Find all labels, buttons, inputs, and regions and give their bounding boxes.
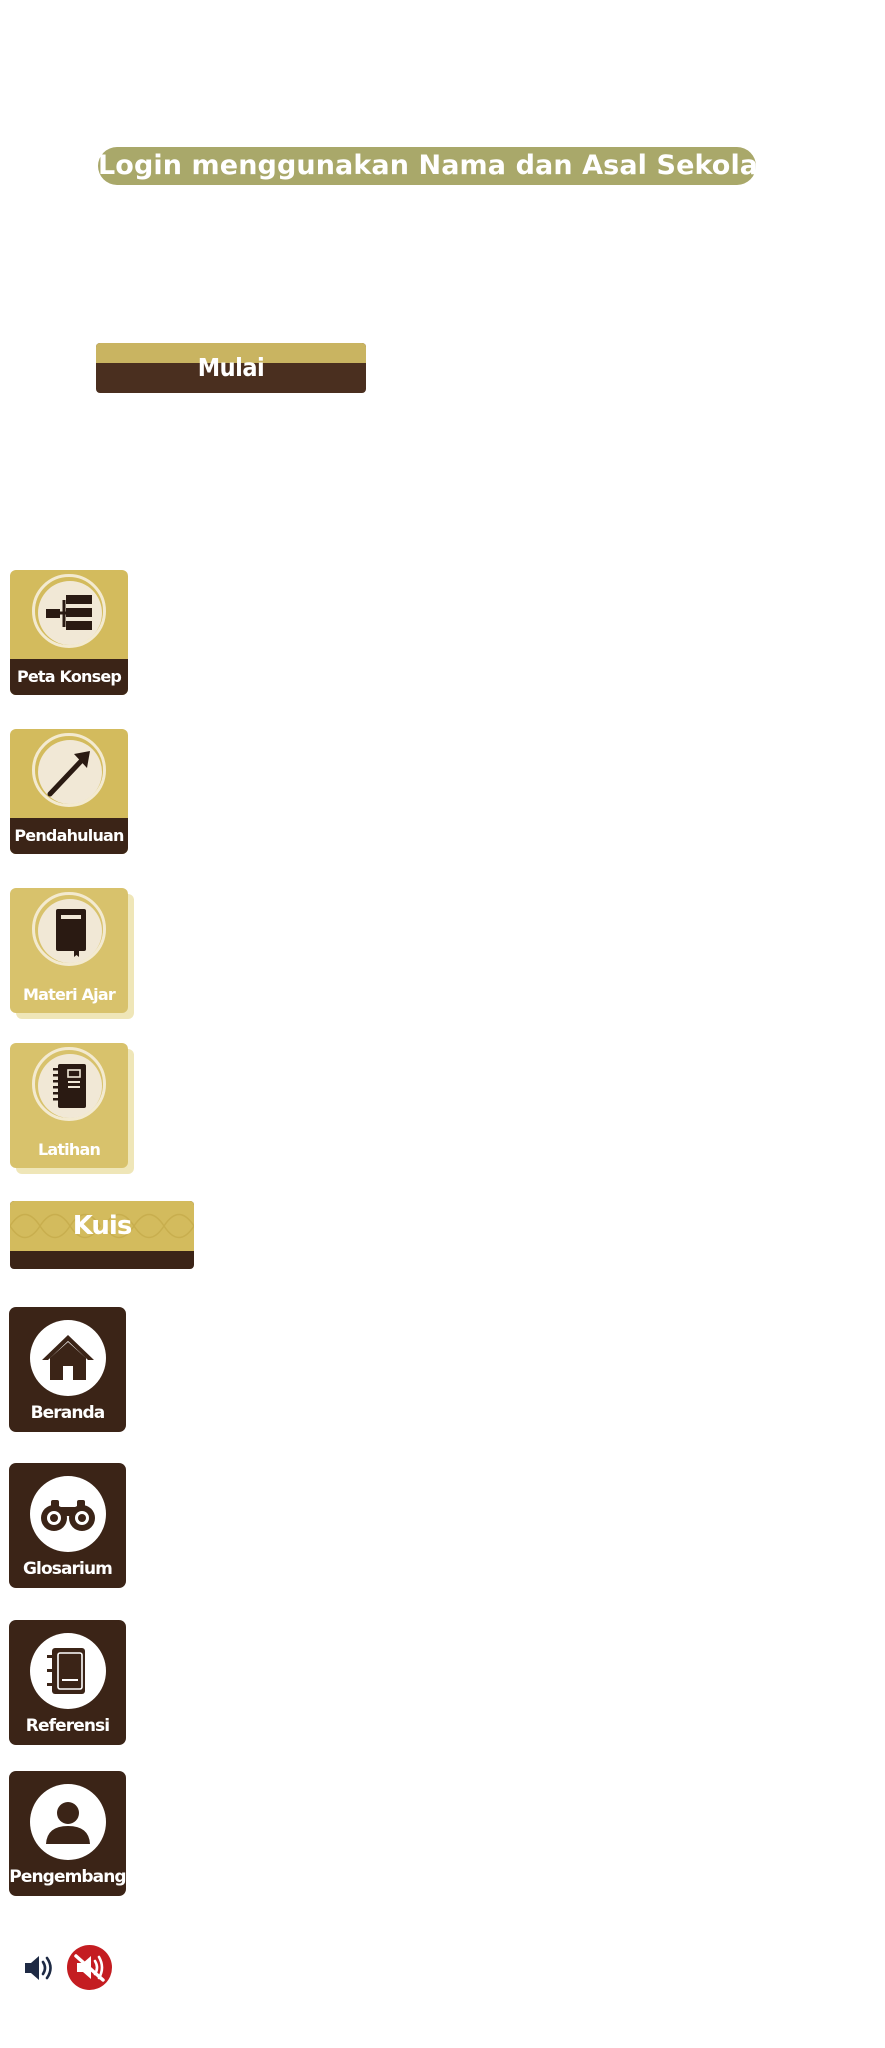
- kuis-label: Kuis: [72, 1211, 133, 1241]
- nav-card-pengembang[interactable]: Pengembang: [9, 1771, 127, 1896]
- menu-card-pendahuluan[interactable]: Pendahuluan: [10, 729, 128, 854]
- menu-card-latihan[interactable]: Latihan: [10, 1043, 128, 1168]
- nav-card-glosarium[interactable]: Glosarium: [9, 1463, 126, 1588]
- nav-card-label: Referensi: [25, 1716, 110, 1736]
- nav-card-referensi[interactable]: Referensi: [9, 1620, 126, 1745]
- menu-card-label: Pendahuluan: [14, 826, 124, 845]
- notebook-icon: [38, 1054, 102, 1118]
- binoculars-icon: [30, 1476, 106, 1552]
- menu-button-kuis[interactable]: Kuis: [10, 1201, 194, 1269]
- menu-card-materi-ajar[interactable]: Materi Ajar: [10, 888, 128, 1013]
- address-book-icon: [30, 1633, 106, 1709]
- menu-card-label: Materi Ajar: [23, 985, 116, 1004]
- speaker-muted-icon[interactable]: [67, 1945, 112, 1990]
- start-button-label: Mulai: [197, 353, 265, 382]
- nav-card-label: Glosarium: [23, 1559, 113, 1579]
- login-instruction-banner: Login menggunakan Nama dan Asal Sekolah: [98, 147, 777, 185]
- arrow-icon: [38, 740, 102, 804]
- menu-card-label: Latihan: [37, 1140, 101, 1159]
- nav-card-label: Beranda: [30, 1403, 106, 1423]
- book-icon: [38, 899, 102, 963]
- nav-card-beranda[interactable]: Beranda: [9, 1307, 126, 1432]
- menu-card-label: Peta Konsep: [16, 667, 122, 686]
- speaker-icon[interactable]: [22, 1951, 56, 1985]
- user-icon: [30, 1784, 106, 1860]
- start-button[interactable]: Mulai: [96, 343, 366, 393]
- concept-map-icon: [38, 581, 102, 645]
- nav-card-label: Pengembang: [9, 1867, 126, 1887]
- menu-card-peta-konsep[interactable]: Peta Konsep: [10, 570, 128, 695]
- home-icon: [30, 1320, 106, 1396]
